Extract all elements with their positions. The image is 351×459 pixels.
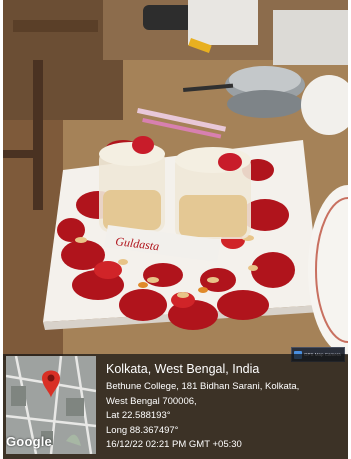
location-info: Kolkata, West Bengal, India Bethune Coll… xyxy=(106,362,344,453)
timestamp: 16/12/22 02:21 PM GMT +05:30 xyxy=(106,439,242,450)
longitude: Long 88.367497° xyxy=(106,424,179,436)
latitude: Lat 22.588193° xyxy=(106,410,171,421)
google-logo: Google xyxy=(6,434,52,449)
address-line-2: West Bengal 700006, xyxy=(106,395,197,407)
city-title: Kolkata, West Bengal, India xyxy=(106,362,260,376)
address-line-1: Bethune College, 181 Bidhan Sarani, Kolk… xyxy=(106,381,300,392)
